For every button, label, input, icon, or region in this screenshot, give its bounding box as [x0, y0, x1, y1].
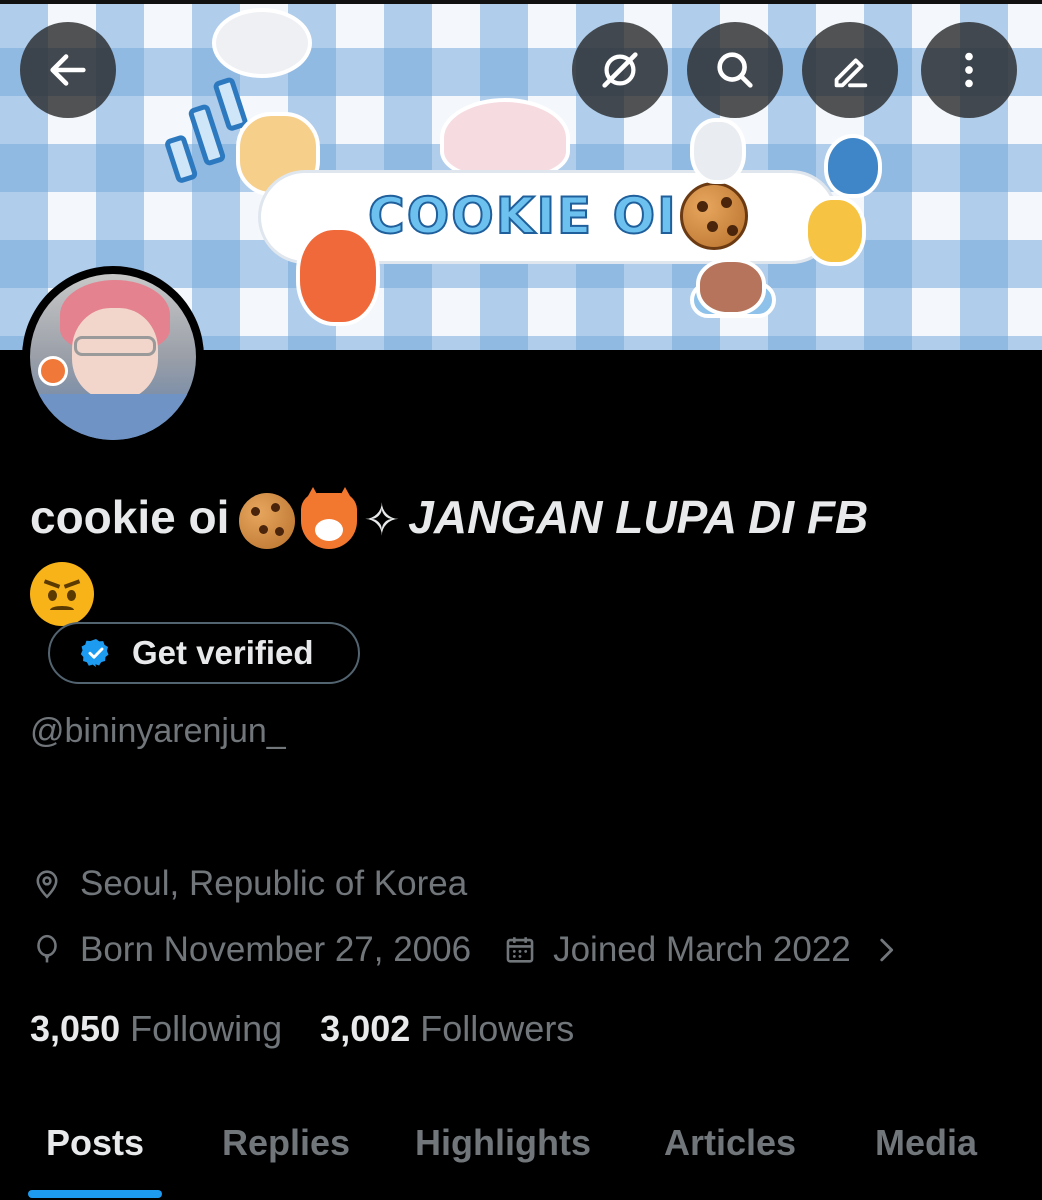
- balloon-icon: [37, 934, 57, 963]
- tab-highlights[interactable]: Highlights: [415, 1122, 591, 1164]
- tab-articles[interactable]: Articles: [664, 1122, 796, 1164]
- angry-face-emoji-icon: [30, 562, 94, 626]
- display-name: cookie oi ✧ JANGAN LUPA DI FB: [30, 482, 1020, 556]
- location-pin-icon: [36, 870, 58, 899]
- verified-badge-icon: [80, 639, 109, 667]
- birth-date-text: Born November 27, 2006: [80, 930, 472, 969]
- avatar[interactable]: [22, 266, 204, 448]
- search-icon: [717, 52, 753, 88]
- grok-button[interactable]: [572, 22, 668, 118]
- avatar-photo: [30, 274, 196, 440]
- followers-label: Followers: [420, 1008, 575, 1049]
- get-verified-label: Get verified: [132, 634, 314, 671]
- puppy-sticker: [696, 258, 766, 316]
- fox-icon: [38, 356, 68, 386]
- display-name-text: cookie oi: [30, 491, 230, 543]
- edit-icon: [834, 58, 868, 88]
- follow-stats: 3,050 Following 3,002 Followers: [30, 1008, 574, 1050]
- location-row: Seoul, Republic of Korea: [30, 864, 467, 904]
- balloon-sticker: [824, 134, 882, 198]
- sparkle-icon: ✧: [363, 494, 401, 546]
- get-verified-button[interactable]: Get verified: [48, 622, 360, 684]
- following-label: Following: [130, 1008, 283, 1049]
- profile-tabs: Posts Replies Highlights Articles Media: [0, 1100, 1042, 1200]
- tab-media[interactable]: Media: [875, 1122, 977, 1164]
- calendar-icon: [506, 937, 534, 963]
- more-button[interactable]: [921, 22, 1017, 118]
- fox-emoji-icon: [301, 486, 358, 549]
- tiger-sticker: [804, 196, 866, 266]
- kitty-sticker: [690, 118, 746, 184]
- fox-sticker: [296, 226, 380, 326]
- bunny-sticker: [440, 98, 570, 178]
- cat-sticker: [212, 8, 312, 78]
- cookie-sticker: [680, 182, 748, 250]
- display-name-suffix: JANGAN LUPA DI FB: [408, 491, 869, 543]
- cookie-emoji-icon: [239, 492, 296, 549]
- tab-posts[interactable]: Posts: [46, 1122, 144, 1164]
- edit-button[interactable]: [802, 22, 898, 118]
- search-button[interactable]: [687, 22, 783, 118]
- user-handle: @bininyarenjun_: [30, 712, 286, 750]
- status-divider: [0, 0, 1042, 4]
- followers-stat[interactable]: 3,002 Followers: [320, 1008, 574, 1050]
- following-stat[interactable]: 3,050 Following: [30, 1008, 282, 1050]
- dates-row[interactable]: Born November 27, 2006 Joined March 2022: [30, 930, 903, 970]
- grok-icon: [602, 52, 638, 88]
- followers-count: 3,002: [320, 1008, 411, 1049]
- tab-replies[interactable]: Replies: [222, 1122, 350, 1164]
- back-button[interactable]: [20, 22, 116, 118]
- joined-date-text: Joined March 2022: [553, 930, 851, 969]
- arrow-left-icon: [50, 54, 86, 86]
- location-text: Seoul, Republic of Korea: [80, 864, 468, 903]
- chevron-right-icon[interactable]: [869, 933, 903, 967]
- active-tab-indicator: [28, 1190, 162, 1198]
- more-vertical-icon: [965, 52, 973, 88]
- following-count: 3,050: [30, 1008, 121, 1049]
- banner-title: COOKIE OI: [367, 186, 678, 246]
